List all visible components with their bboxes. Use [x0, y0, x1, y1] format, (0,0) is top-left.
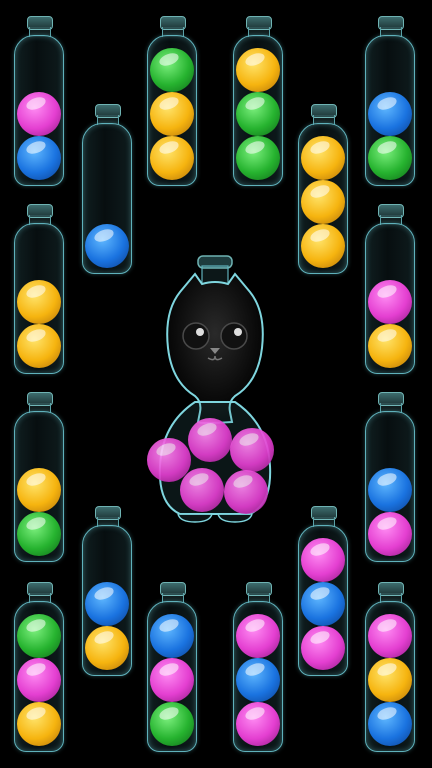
ball-yellow — [368, 324, 412, 368]
ball-blue — [236, 658, 280, 702]
bottle[interactable] — [82, 506, 132, 676]
ball-blue — [150, 614, 194, 658]
ball-green — [150, 702, 194, 746]
ball-yellow — [301, 136, 345, 180]
bottle[interactable] — [365, 16, 415, 186]
ball-blue — [85, 224, 129, 268]
ball-green — [368, 136, 412, 180]
bottle[interactable] — [82, 104, 132, 274]
bottle[interactable] — [14, 392, 64, 562]
ball-blue — [301, 582, 345, 626]
ball-green — [236, 92, 280, 136]
cat-bottle[interactable] — [140, 252, 290, 524]
ball-green — [17, 512, 61, 556]
ball-green — [17, 614, 61, 658]
ball-yellow — [150, 136, 194, 180]
ball-pink — [368, 280, 412, 324]
ball-pink — [224, 470, 268, 514]
ball-yellow — [368, 658, 412, 702]
ball-blue — [368, 92, 412, 136]
bottle[interactable] — [298, 104, 348, 274]
ball-pink — [188, 418, 232, 462]
bottle[interactable] — [147, 16, 197, 186]
ball-yellow — [236, 48, 280, 92]
ball-blue — [368, 468, 412, 512]
ball-yellow — [17, 702, 61, 746]
bottle[interactable] — [233, 582, 283, 752]
ball-yellow — [150, 92, 194, 136]
bottle[interactable] — [365, 392, 415, 562]
ball-yellow — [17, 280, 61, 324]
ball-blue — [17, 136, 61, 180]
ball-pink — [180, 468, 224, 512]
ball-yellow — [301, 224, 345, 268]
ball-yellow — [17, 324, 61, 368]
ball-pink — [236, 614, 280, 658]
ball-pink — [230, 428, 274, 472]
ball-green — [150, 48, 194, 92]
bottle[interactable] — [14, 204, 64, 374]
ball-pink — [236, 702, 280, 746]
ball-pink — [17, 92, 61, 136]
bottle[interactable] — [298, 506, 348, 676]
bottle[interactable] — [365, 204, 415, 374]
bottle[interactable] — [14, 582, 64, 752]
ball-yellow — [17, 468, 61, 512]
bottle[interactable] — [147, 582, 197, 752]
ball-blue — [368, 702, 412, 746]
ball-pink — [301, 626, 345, 670]
ball-yellow — [301, 180, 345, 224]
bottle[interactable] — [365, 582, 415, 752]
ball-yellow — [85, 626, 129, 670]
ball-pink — [17, 658, 61, 702]
bottle[interactable] — [14, 16, 64, 186]
ball-blue — [85, 582, 129, 626]
ball-pink — [368, 512, 412, 556]
ball-pink — [368, 614, 412, 658]
ball-green — [236, 136, 280, 180]
ball-pink — [301, 538, 345, 582]
bottle[interactable] — [233, 16, 283, 186]
ball-pink — [150, 658, 194, 702]
